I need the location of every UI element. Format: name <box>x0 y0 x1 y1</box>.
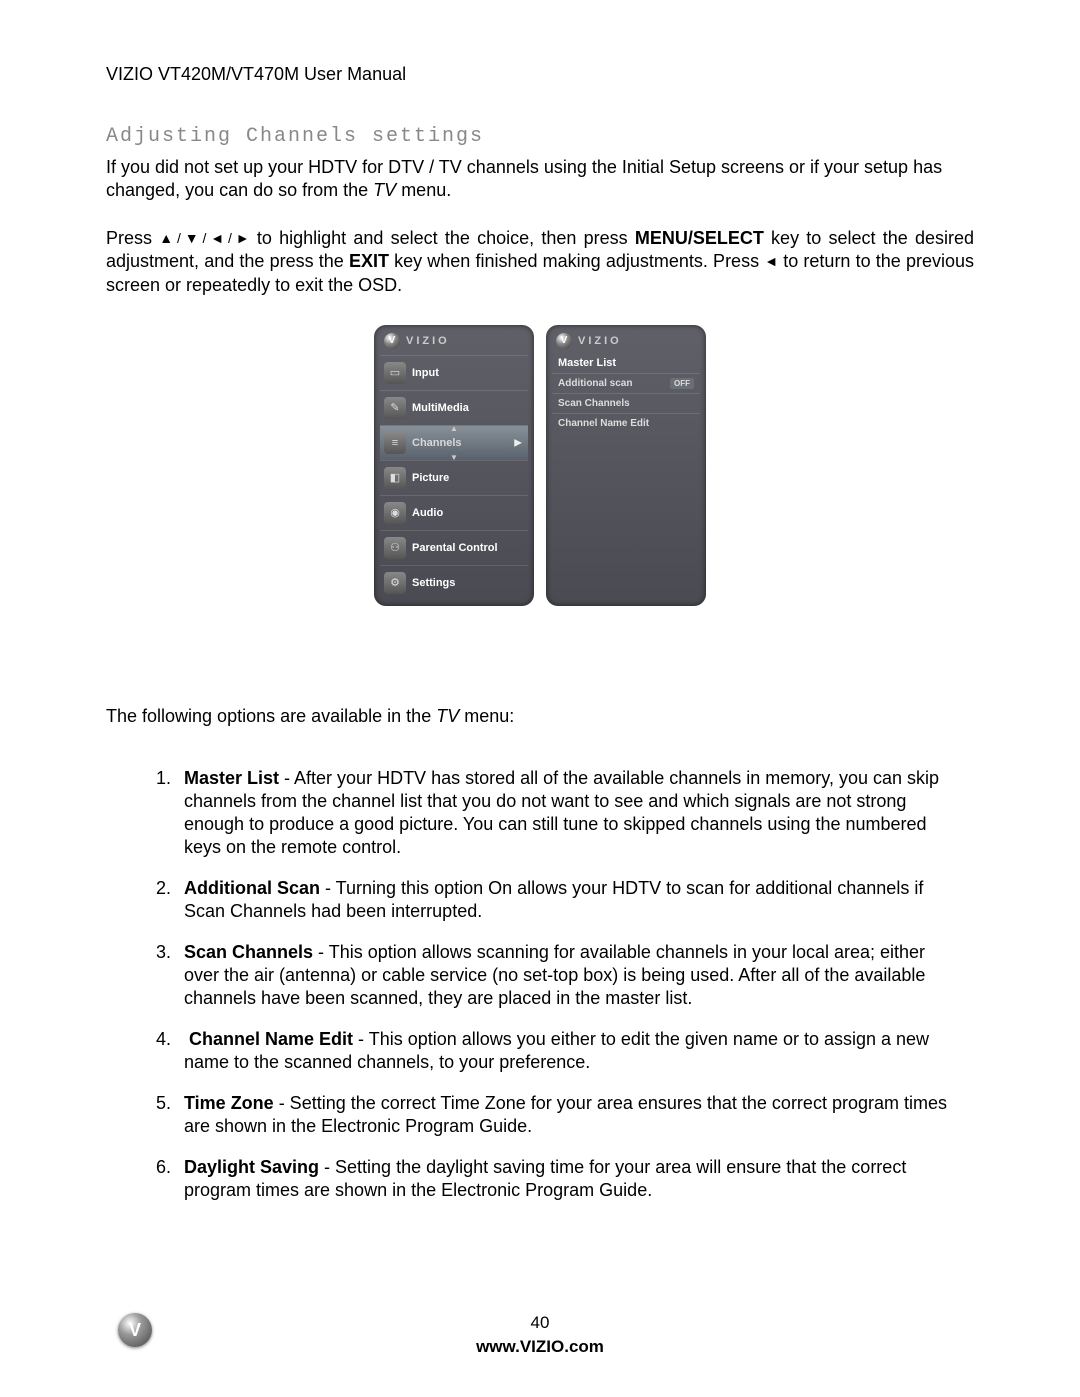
vizio-logo-icon: V <box>384 333 400 349</box>
press-text-2: to highlight and select the choice, then… <box>250 228 635 248</box>
osd-label: Parental Control <box>412 542 498 554</box>
osd-brand: VIZIO <box>578 335 622 347</box>
osd-item-channels[interactable]: ▲ ≡ Channels ▶ ▼ <box>380 425 528 460</box>
osd-item-audio[interactable]: ◉ Audio <box>380 495 528 530</box>
press-text-1: Press <box>106 228 159 248</box>
page-header: VIZIO VT420M/VT470M User Manual <box>106 64 974 85</box>
osd-item-settings[interactable]: ⚙ Settings <box>380 565 528 600</box>
osd-sub-masterlist[interactable]: Master List <box>552 355 700 373</box>
osd-label: Settings <box>412 577 455 589</box>
osd-sub-label: Scan Channels <box>558 398 630 409</box>
osd-sub-additional[interactable]: Additional scan OFF <box>552 373 700 393</box>
option-desc: - After your HDTV has stored all of the … <box>184 768 939 857</box>
osd-sub-label: Master List <box>558 357 616 369</box>
option-item-timezone: Time Zone - Setting the correct Time Zon… <box>176 1092 964 1138</box>
option-name: Daylight Saving <box>184 1157 319 1177</box>
intro-text-1: If you did not set up your HDTV for DTV … <box>106 157 942 200</box>
osd-item-parental[interactable]: ⚇ Parental Control <box>380 530 528 565</box>
settings-icon: ⚙ <box>384 572 406 594</box>
intro-text-2: menu. <box>396 180 451 200</box>
osd-main-panel: V VIZIO ▭ Input ✎ MultiMedia ▲ ≡ Channel… <box>374 325 534 606</box>
option-name: Time Zone <box>184 1093 274 1113</box>
options-intro-tv: TV <box>436 706 459 726</box>
options-intro-2: menu: <box>459 706 514 726</box>
osd-sub-panel: V VIZIO Master List Additional scan OFF … <box>546 325 706 606</box>
option-name: Scan Channels <box>184 942 313 962</box>
footer-url: www.VIZIO.com <box>0 1337 1080 1357</box>
audio-icon: ◉ <box>384 502 406 524</box>
osd-header: V VIZIO <box>380 331 528 355</box>
press-text-4: key when finished making adjustments. Pr… <box>389 251 764 271</box>
osd-figure: V VIZIO ▭ Input ✎ MultiMedia ▲ ≡ Channel… <box>106 325 974 606</box>
osd-sub-label: Additional scan <box>558 378 632 389</box>
options-intro: The following options are available in t… <box>106 706 974 727</box>
intro-paragraph: If you did not set up your HDTV for DTV … <box>106 156 974 203</box>
option-name: Master List <box>184 768 279 788</box>
press-paragraph: Press ▲ / ▼ / ◄ / ► to highlight and sel… <box>106 227 974 297</box>
osd-label: Picture <box>412 472 449 484</box>
menu-select-key: MENU/SELECT <box>635 228 764 248</box>
page-footer: 40 www.VIZIO.com <box>0 1313 1080 1357</box>
chevron-right-icon: ▶ <box>514 437 522 448</box>
option-item-additionalscan: Additional Scan - Turning this option On… <box>176 877 964 923</box>
osd-label: MultiMedia <box>412 402 469 414</box>
multimedia-icon: ✎ <box>384 397 406 419</box>
osd-label: Audio <box>412 507 443 519</box>
osd-label: Channels <box>412 437 462 449</box>
osd-sub-scan[interactable]: Scan Channels <box>552 393 700 413</box>
parental-icon: ⚇ <box>384 537 406 559</box>
osd-item-input[interactable]: ▭ Input <box>380 355 528 390</box>
channels-icon: ≡ <box>384 432 406 454</box>
osd-label: Input <box>412 367 439 379</box>
osd-sub-label: Channel Name Edit <box>558 418 649 429</box>
osd-sub-nameedit[interactable]: Channel Name Edit <box>552 413 700 433</box>
osd-header: V VIZIO <box>552 331 700 355</box>
arrow-keys: ▲ / ▼ / ◄ / ► <box>159 229 249 247</box>
input-icon: ▭ <box>384 362 406 384</box>
option-item-daylight: Daylight Saving - Setting the daylight s… <box>176 1156 964 1202</box>
osd-item-picture[interactable]: ◧ Picture <box>380 460 528 495</box>
off-badge: OFF <box>670 378 694 389</box>
exit-key: EXIT <box>349 251 389 271</box>
options-intro-1: The following options are available in t… <box>106 706 436 726</box>
intro-tv-word: TV <box>373 180 396 200</box>
section-title: Adjusting Channels settings <box>106 125 974 148</box>
option-desc: - Setting the correct Time Zone for your… <box>184 1093 947 1136</box>
page-number: 40 <box>0 1313 1080 1333</box>
option-item-masterlist: Master List - After your HDTV has stored… <box>176 767 964 859</box>
vizio-logo-icon: V <box>556 333 572 349</box>
osd-item-multimedia[interactable]: ✎ MultiMedia <box>380 390 528 425</box>
chevron-up-icon: ▲ <box>450 424 458 433</box>
picture-icon: ◧ <box>384 467 406 489</box>
osd-brand: VIZIO <box>406 335 450 347</box>
option-name: Additional Scan <box>184 878 320 898</box>
option-item-channelname: Channel Name Edit - This option allows y… <box>176 1028 964 1074</box>
left-arrow-icon: ◄ <box>764 252 778 270</box>
option-item-scanchannels: Scan Channels - This option allows scann… <box>176 941 964 1010</box>
options-list: Master List - After your HDTV has stored… <box>176 767 974 1202</box>
option-name: Channel Name Edit <box>189 1029 353 1049</box>
